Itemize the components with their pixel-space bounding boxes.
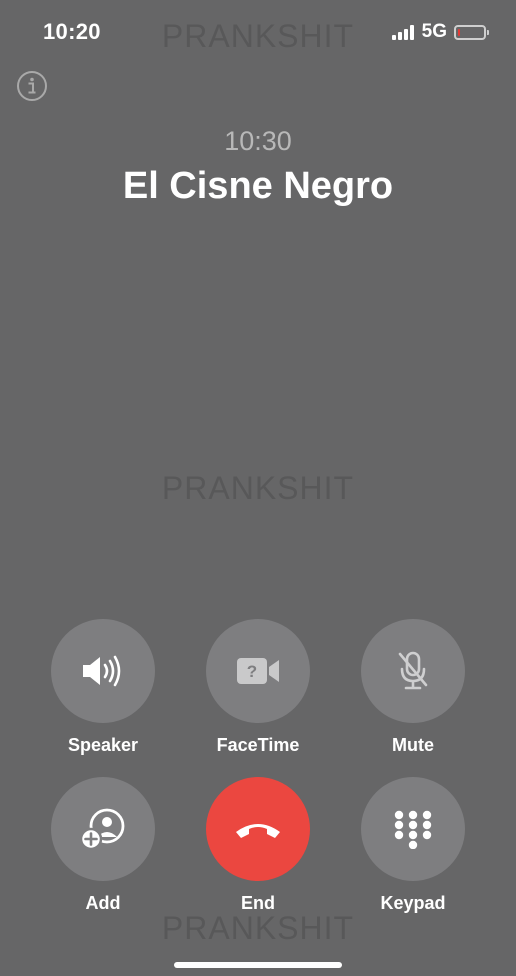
facetime-video-icon: ?: [237, 658, 279, 684]
home-indicator[interactable]: [174, 962, 342, 968]
keypad-button-circle[interactable]: [361, 777, 465, 881]
facetime-button-circle[interactable]: ?: [206, 619, 310, 723]
mute-button[interactable]: Mute: [361, 619, 465, 756]
contact-name: El Cisne Negro: [122, 165, 394, 207]
watermark: PRANKSHIT: [161, 18, 355, 54]
keypad-button[interactable]: Keypad: [361, 777, 465, 914]
mute-label: Mute: [392, 735, 434, 755]
add-call-icon: [79, 808, 125, 851]
mic-slash-icon: [398, 651, 428, 690]
watermark: PRANKSHIT: [161, 910, 355, 946]
mute-button-circle[interactable]: [361, 619, 465, 723]
svg-text:?: ?: [247, 662, 257, 681]
end-call-button-circle[interactable]: [206, 777, 310, 881]
watermark: PRANKSHIT: [161, 470, 355, 506]
facetime-label: FaceTime: [216, 735, 300, 755]
keypad-grid-icon: [394, 810, 432, 849]
info-circle-icon[interactable]: [16, 70, 48, 102]
phone-hangup-icon: [236, 824, 280, 838]
call-duration: 10:30: [224, 126, 292, 156]
facetime-button[interactable]: ? FaceTime: [206, 619, 310, 756]
end-call-label: End: [241, 893, 275, 913]
add-call-label: Add: [85, 893, 121, 913]
speaker-button[interactable]: Speaker: [51, 619, 155, 756]
speaker-button-circle[interactable]: [51, 619, 155, 723]
speaker-icon: [83, 655, 121, 687]
add-call-button[interactable]: Add: [51, 777, 155, 914]
end-call-button[interactable]: End: [206, 777, 310, 914]
speaker-label: Speaker: [67, 735, 139, 755]
add-call-button-circle[interactable]: [51, 777, 155, 881]
call-screen: 10:20 5G PRANKSHIT PRANKSHIT PRANKSHIT 1…: [0, 0, 516, 976]
keypad-label: Keypad: [380, 893, 446, 913]
